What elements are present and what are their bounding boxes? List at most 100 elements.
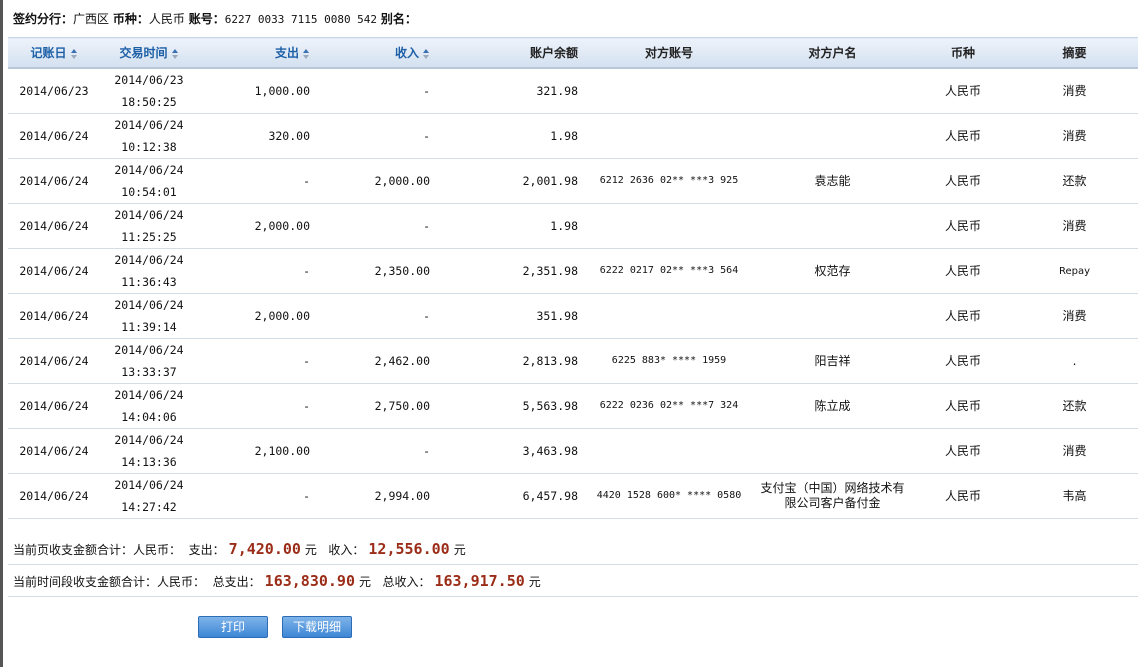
page-total-in: 12,556.00 <box>368 540 450 558</box>
period-total-in: 163,917.50 <box>434 572 525 590</box>
col-memo: 摘要 <box>1011 37 1138 69</box>
period-total: 当前时间段收支金额合计：人民币： 总支出： 163,830.90 元 总收入： 163… <box>8 566 1138 597</box>
cell-memo: 还款 <box>1011 383 1138 429</box>
cell-posting-date: 2014/06/24 <box>8 383 100 429</box>
cell-currency: 人民币 <box>915 68 1011 114</box>
table-row: 2014/06/24 2014/06/24 11:36:43-2,350.00 2,3… <box>8 248 1138 294</box>
cell-currency: 人民币 <box>915 383 1011 429</box>
cell-expense: 2,000.00 <box>198 293 320 339</box>
cell-balance: 6,457.98 <box>440 473 588 519</box>
cell-memo: 还款 <box>1011 158 1138 204</box>
cell-posting-date: 2014/06/23 <box>8 68 100 114</box>
cell-posting-date: 2014/06/24 <box>8 203 100 249</box>
cell-counterparty-name: 权范存 <box>750 248 915 294</box>
cell-income: 2,750.00 <box>320 383 440 429</box>
col-balance: 账户余额 <box>440 37 588 69</box>
cell-income: - <box>320 293 440 339</box>
page-total-label: 当前页收支金额合计：人民币： <box>13 543 182 557</box>
download-details-button[interactable]: 下载明细 <box>282 616 352 638</box>
cell-transaction-time: 2014/06/24 11:36:43 <box>100 248 198 294</box>
period-total-in-label: 总收入： <box>382 575 431 589</box>
cell-income: 2,994.00 <box>320 473 440 519</box>
cell-posting-date: 2014/06/24 <box>8 293 100 339</box>
unit: 元 <box>358 575 371 589</box>
cell-posting-date: 2014/06/24 <box>8 113 100 159</box>
cell-memo: Repay <box>1011 248 1138 294</box>
page-total-out-label: 支出： <box>188 543 225 557</box>
unit: 元 <box>304 543 317 557</box>
cell-counterparty-account: 4420 1528 600* **** 0580 <box>588 473 750 519</box>
page-total-in-label: 收入： <box>328 543 365 557</box>
cell-counterparty-account <box>588 293 750 339</box>
page-total-out: 7,420.00 <box>228 540 301 558</box>
col-transaction-time[interactable]: 交易时间 <box>100 37 198 69</box>
table-row: 2014/06/23 2014/06/23 18:50:25 1,000.00-321… <box>8 68 1138 114</box>
cell-memo: 韦高 <box>1011 473 1138 519</box>
cell-posting-date: 2014/06/24 <box>8 428 100 474</box>
table-row: 2014/06/24 2014/06/24 10:12:38 320.00-1.98 人… <box>8 113 1138 159</box>
cell-counterparty-name <box>750 293 915 339</box>
sort-icon[interactable] <box>303 48 310 59</box>
unit: 元 <box>453 543 466 557</box>
cell-memo: 消费 <box>1011 293 1138 339</box>
sort-icon[interactable] <box>423 48 430 59</box>
unit: 元 <box>528 575 541 589</box>
page-total: 当前页收支金额合计：人民币： 支出： 7,420.00 元 收入： 12,556.00… <box>8 534 1138 565</box>
cell-expense: 2,000.00 <box>198 203 320 249</box>
cell-memo: 消费 <box>1011 68 1138 114</box>
cell-income: 2,462.00 <box>320 338 440 384</box>
cell-balance: 2,351.98 <box>440 248 588 294</box>
cell-balance: 351.98 <box>440 293 588 339</box>
cell-expense: 1,000.00 <box>198 68 320 114</box>
cell-counterparty-name: 陈立成 <box>750 383 915 429</box>
cell-counterparty-account <box>588 68 750 114</box>
cell-expense: - <box>198 383 320 429</box>
cell-income: - <box>320 428 440 474</box>
cell-transaction-time: 2014/06/24 14:27:42 <box>100 473 198 519</box>
cell-currency: 人民币 <box>915 203 1011 249</box>
col-income[interactable]: 收入 <box>320 37 440 69</box>
cell-currency: 人民币 <box>915 158 1011 204</box>
cell-balance: 2,001.98 <box>440 158 588 204</box>
cell-expense: - <box>198 473 320 519</box>
cell-expense: - <box>198 338 320 384</box>
transaction-table: 记账日 交易时间 支出 收入 账户余额 对方账号 对方户名 币种 摘要 2014… <box>8 37 1138 519</box>
period-total-out-label: 总支出： <box>212 575 261 589</box>
cell-transaction-time: 2014/06/24 10:12:38 <box>100 113 198 159</box>
cell-memo: 消费 <box>1011 203 1138 249</box>
cell-counterparty-name <box>750 113 915 159</box>
print-button[interactable]: 打印 <box>198 616 268 638</box>
sort-icon[interactable] <box>70 48 78 59</box>
cell-posting-date: 2014/06/24 <box>8 158 100 204</box>
table-row: 2014/06/24 2014/06/24 14:13:36 2,100.00-3,4… <box>8 428 1138 474</box>
window-edge <box>0 0 3 667</box>
col-currency: 币种 <box>915 37 1011 69</box>
cell-currency: 人民币 <box>915 248 1011 294</box>
cell-balance: 3,463.98 <box>440 428 588 474</box>
cell-counterparty-account: 6222 0236 02** ***7 324 <box>588 383 750 429</box>
col-expense[interactable]: 支出 <box>198 37 320 69</box>
table-row: 2014/06/24 2014/06/24 10:54:01-2,000.00 2,0… <box>8 158 1138 204</box>
sort-icon[interactable] <box>171 48 179 59</box>
cell-currency: 人民币 <box>915 338 1011 384</box>
cell-currency: 人民币 <box>915 293 1011 339</box>
col-posting-date[interactable]: 记账日 <box>8 37 100 69</box>
cell-counterparty-account <box>588 428 750 474</box>
cell-balance: 2,813.98 <box>440 338 588 384</box>
table-row: 2014/06/24 2014/06/24 11:25:25 2,000.00-1.9… <box>8 203 1138 249</box>
cell-balance: 1.98 <box>440 203 588 249</box>
table-row: 2014/06/24 2014/06/24 14:04:06-2,750.00 5,5… <box>8 383 1138 429</box>
cell-counterparty-name <box>750 203 915 249</box>
cell-memo: . <box>1011 338 1138 384</box>
col-counterparty-account: 对方账号 <box>588 37 750 69</box>
cell-counterparty-account: 6212 2636 02** ***3 925 <box>588 158 750 204</box>
table-row: 2014/06/24 2014/06/24 14:27:42-2,994.00 6,4… <box>8 473 1138 519</box>
cell-counterparty-account: 6222 0217 02** ***3 564 <box>588 248 750 294</box>
cell-counterparty-account: 6225 883* **** 1959 <box>588 338 750 384</box>
alias-label: 别名： <box>380 12 417 26</box>
cell-balance: 5,563.98 <box>440 383 588 429</box>
col-counterparty-name: 对方户名 <box>750 37 915 69</box>
cell-counterparty-name: 阳吉祥 <box>750 338 915 384</box>
cell-transaction-time: 2014/06/24 14:04:06 <box>100 383 198 429</box>
branch-label: 签约分行： <box>13 12 74 26</box>
